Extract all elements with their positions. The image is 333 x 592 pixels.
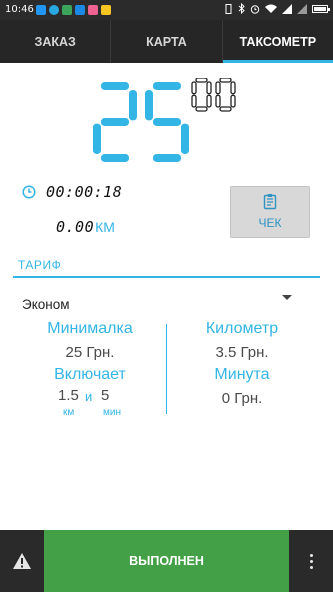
segment-a bbox=[101, 82, 129, 90]
notification-icons bbox=[36, 5, 111, 15]
segment-d bbox=[219, 106, 232, 112]
segment-e bbox=[215, 94, 221, 108]
tab-taximeter[interactable]: ТАКСОМЕТР bbox=[221, 20, 333, 63]
tab-order[interactable]: ЗАКАЗ bbox=[0, 20, 110, 63]
more-options-button[interactable] bbox=[289, 530, 333, 592]
warning-button[interactable] bbox=[0, 530, 44, 592]
receipt-icon bbox=[263, 194, 277, 210]
system-icons bbox=[224, 3, 330, 14]
includes-km-unit: км bbox=[63, 407, 75, 418]
fare-main-digits bbox=[93, 82, 189, 162]
tariff-divider bbox=[166, 324, 167, 414]
segment-d bbox=[195, 106, 208, 112]
segment-f bbox=[145, 90, 153, 121]
segment-c bbox=[230, 94, 236, 108]
tariff-right-column: Километр 3.5 Грн. Минута 0 Грн. bbox=[172, 320, 312, 407]
tariff-select[interactable]: Эконом bbox=[18, 286, 298, 312]
status-time: 10:46 bbox=[5, 4, 34, 15]
fare-fraction-digits bbox=[191, 78, 236, 112]
bluetooth-icon bbox=[238, 3, 245, 14]
wifi-icon bbox=[265, 4, 277, 13]
notification-icon-pink bbox=[88, 5, 98, 15]
check-button-label: ЧЕК bbox=[258, 216, 282, 230]
more-dot-icon bbox=[309, 559, 313, 563]
segment-a bbox=[219, 78, 232, 83]
segment-d bbox=[101, 154, 129, 162]
bottom-action-bar: ВЫПОЛНЕН bbox=[0, 530, 333, 592]
segment-c bbox=[181, 123, 189, 154]
minimum-title: Минималка bbox=[47, 320, 133, 337]
includes-and: и bbox=[85, 389, 93, 404]
minute-title: Минута bbox=[214, 366, 270, 383]
tariff-header: ТАРИФ bbox=[13, 254, 320, 278]
battery-icon bbox=[312, 4, 330, 13]
distance-unit: КМ bbox=[95, 219, 115, 235]
segment-g bbox=[153, 118, 181, 126]
tab-bar: ЗАКАЗ КАРТА ТАКСОМЕТР bbox=[0, 20, 333, 63]
tariff-left-column: Минималка 25 Грн. Включает 1.5 и 5 км ми… bbox=[20, 320, 160, 421]
includes-km: 1.5 bbox=[58, 387, 79, 404]
segment-e bbox=[93, 123, 101, 154]
segment-a bbox=[153, 82, 181, 90]
fare-display: 25 00 bbox=[0, 72, 333, 164]
signal-icon-2 bbox=[297, 3, 307, 14]
done-button[interactable]: ВЫПОЛНЕН bbox=[44, 530, 289, 592]
segment-e bbox=[191, 94, 197, 108]
distance-row: 0.00 КМ bbox=[56, 218, 115, 236]
km-title: Километр bbox=[205, 320, 279, 337]
dropdown-arrow-icon bbox=[282, 295, 292, 300]
skype-icon bbox=[49, 5, 59, 15]
gallery-icon bbox=[75, 5, 85, 15]
includes-values: 1.5 и 5 км мин bbox=[20, 387, 160, 421]
segment-g bbox=[101, 118, 129, 126]
vibrate-icon bbox=[225, 3, 232, 14]
tab-map[interactable]: КАРТА bbox=[110, 20, 221, 63]
signal-icon bbox=[282, 3, 292, 14]
elapsed-time: 00:00:18 bbox=[46, 183, 123, 201]
minute-value: 0 Грн. bbox=[221, 390, 263, 407]
includes-title: Включает bbox=[54, 366, 126, 383]
segment-b bbox=[230, 81, 236, 95]
notification-icon-yellow bbox=[101, 5, 111, 15]
elapsed-time-row: 00:00:18 bbox=[22, 183, 122, 201]
alarm-icon bbox=[250, 4, 260, 14]
segment-b bbox=[129, 90, 137, 121]
check-button[interactable]: ЧЕК bbox=[230, 186, 310, 238]
km-value: 3.5 Грн. bbox=[215, 344, 269, 361]
segment-f bbox=[215, 81, 221, 95]
clock-icon bbox=[22, 185, 36, 199]
segment-a bbox=[195, 78, 208, 83]
warning-icon bbox=[13, 553, 31, 569]
notification-icon-blue bbox=[36, 5, 46, 15]
notification-icon-green bbox=[62, 5, 72, 15]
includes-min-unit: мин bbox=[103, 407, 121, 418]
more-dot-icon bbox=[309, 565, 313, 569]
more-dot-icon bbox=[309, 553, 313, 557]
segment-b bbox=[206, 81, 212, 95]
segment-c bbox=[206, 94, 212, 108]
tariff-selected-value: Эконом bbox=[22, 297, 70, 312]
status-bar: 10:46 bbox=[0, 0, 333, 20]
includes-min: 5 bbox=[101, 387, 110, 404]
distance-value: 0.00 bbox=[56, 218, 95, 236]
tariff-header-label: ТАРИФ bbox=[18, 258, 62, 272]
segment-d bbox=[153, 154, 181, 162]
segment-f bbox=[191, 81, 197, 95]
minimum-value: 25 Грн. bbox=[65, 344, 115, 361]
